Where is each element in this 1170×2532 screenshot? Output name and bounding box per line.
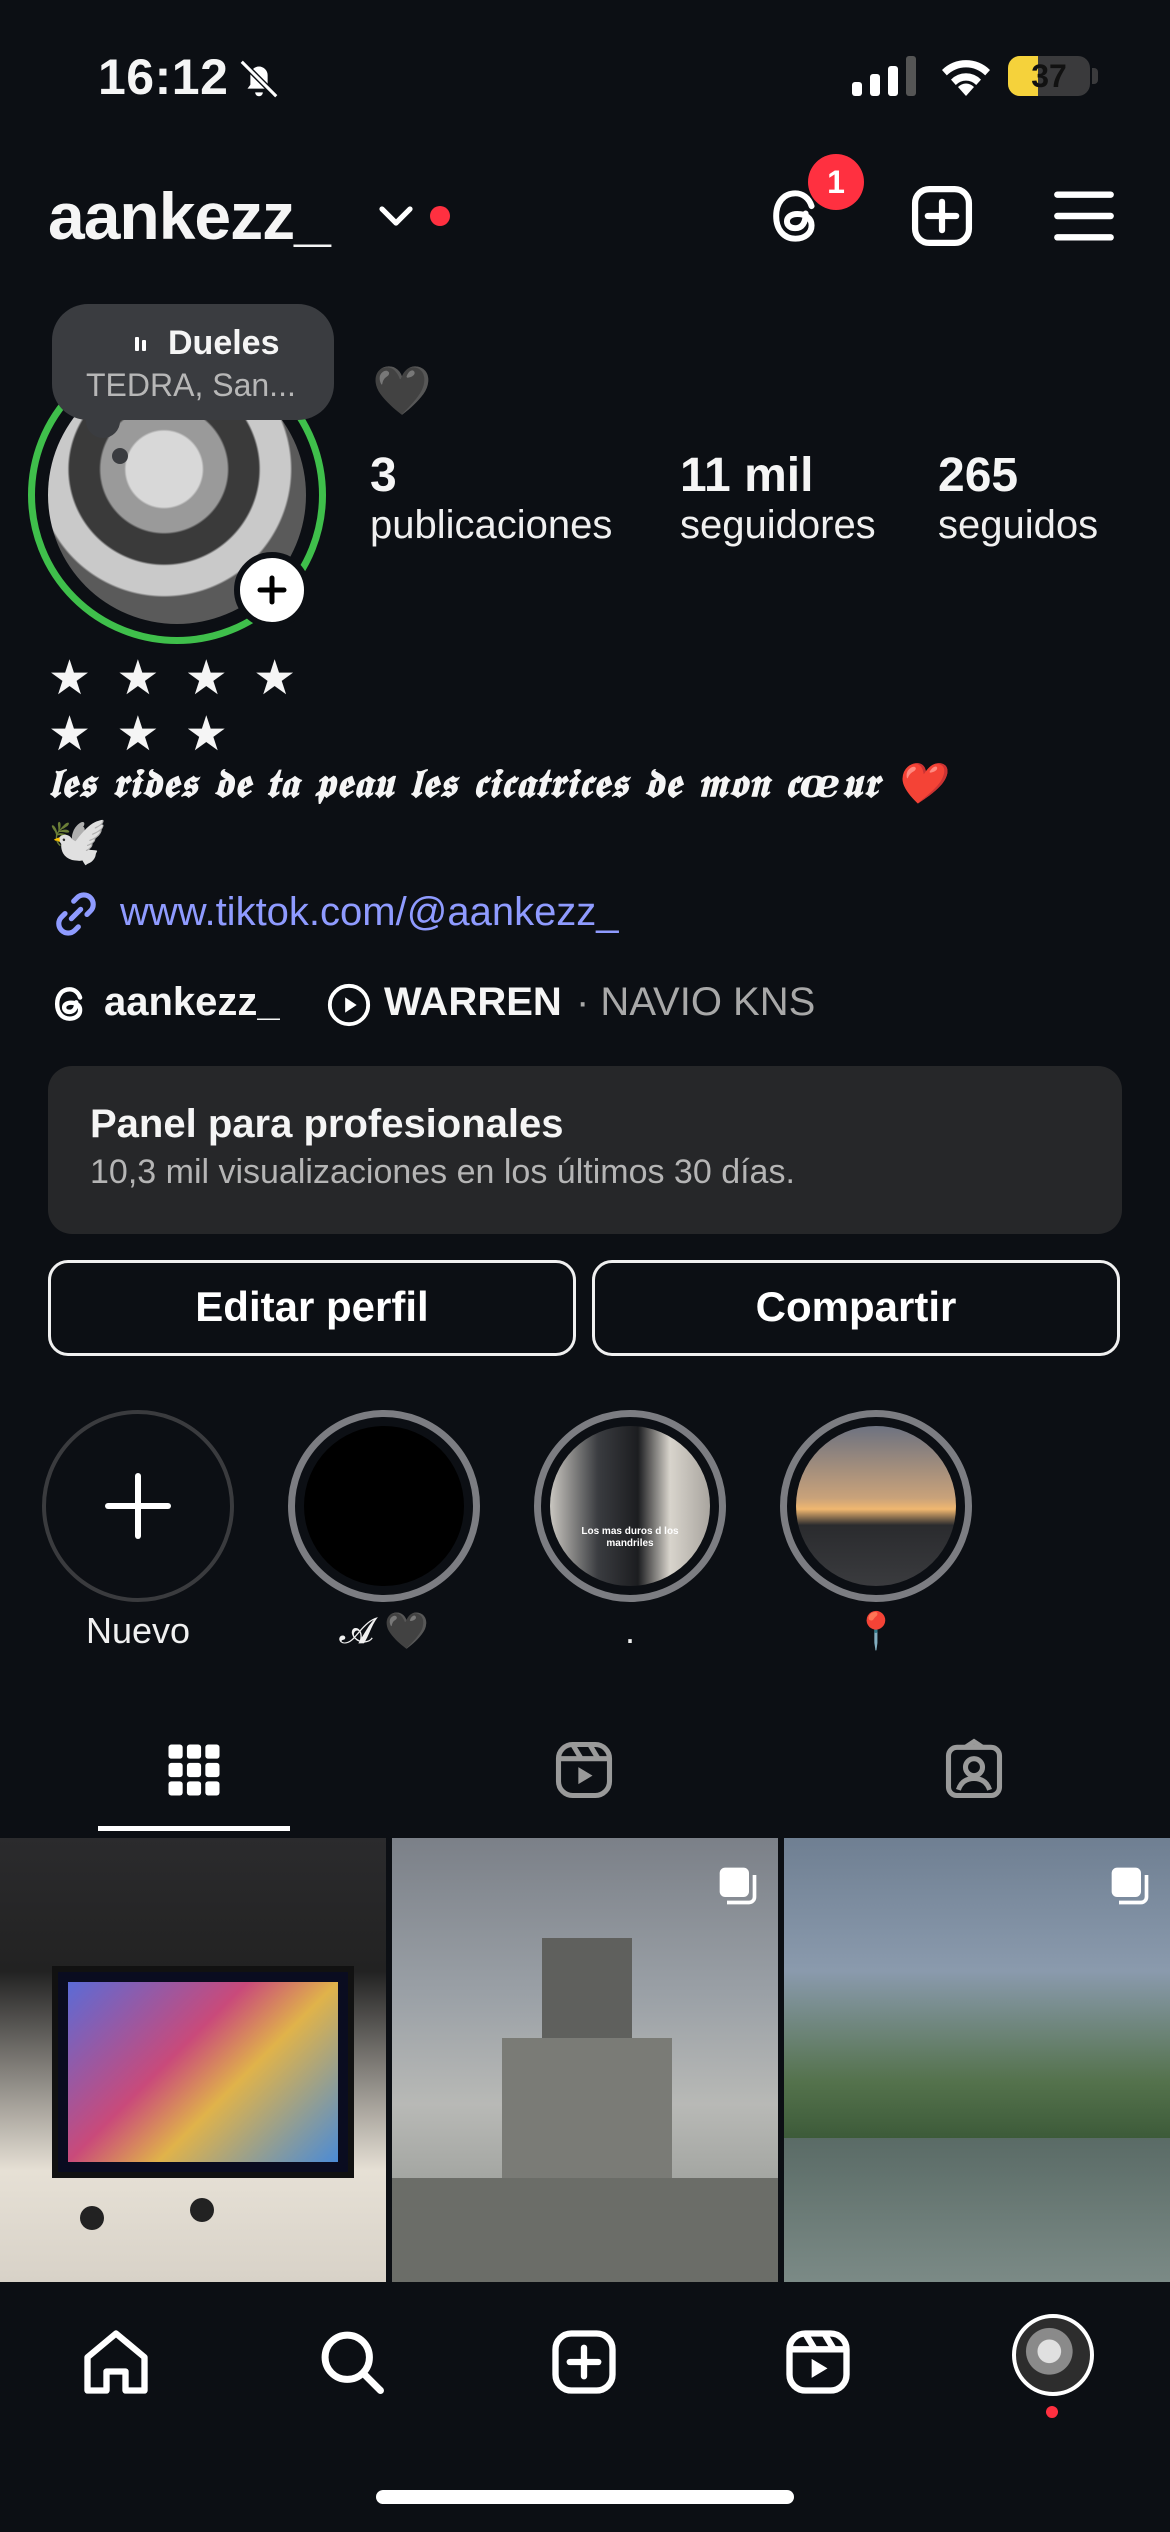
panel-title: Panel para profesionales (90, 1102, 564, 1146)
search-icon[interactable] (314, 2324, 390, 2400)
stat-followers[interactable]: 11 mil seguidores (680, 448, 876, 548)
edit-profile-button[interactable]: Editar perfil (48, 1260, 576, 1356)
bell-off-icon (239, 59, 279, 99)
stat-posts-label: publicaciones (370, 503, 613, 547)
highlight-2-cover: Los mas duros d los mandriles (550, 1426, 710, 1586)
note-subtitle: TEDRA, San... (86, 367, 296, 403)
chevron-down-icon[interactable] (376, 200, 416, 234)
note-heart: 🖤 (372, 365, 432, 418)
create-post-icon[interactable] (908, 182, 976, 250)
stat-posts[interactable]: 3 publicaciones (370, 448, 612, 548)
note-tail-dot (112, 448, 128, 464)
grid-tab-icon[interactable] (160, 1736, 228, 1804)
stat-followers-count: 11 mil (680, 449, 814, 502)
account-alert-dot (430, 206, 450, 226)
threads-handle[interactable]: aankezz_ (104, 980, 280, 1025)
stat-following[interactable]: 265 seguidos (938, 448, 1098, 548)
note-title: Dueles (168, 324, 280, 362)
stat-posts-count: 3 (370, 449, 397, 502)
profile-username[interactable]: aankezz_ (48, 178, 331, 254)
profile-tab-dot (1046, 2406, 1058, 2418)
highlight-label-2: . (624, 1610, 635, 1651)
note-bubble[interactable]: Dueles TEDRA, San... (52, 304, 334, 420)
reels-icon[interactable] (780, 2324, 856, 2400)
highlight-2-caption: Los mas duros d los mandriles (581, 1526, 679, 1549)
highlight-3[interactable] (780, 1410, 972, 1602)
stat-following-count: 265 (938, 449, 1019, 502)
bio-link[interactable]: www.tiktok.com/@aankezz_ (120, 890, 619, 935)
highlight-label-3: 📍 (853, 1610, 899, 1651)
create-icon[interactable] (546, 2324, 622, 2400)
music-bars-icon (135, 336, 146, 351)
plus-icon (105, 1473, 171, 1539)
stat-following-label: seguidos (938, 503, 1099, 547)
wifi-icon (942, 60, 990, 96)
highlight-label-1: 𝓐 🖤 (339, 1610, 429, 1651)
bio-stars-line2: ★ ★ ★ (48, 708, 234, 761)
play-circle-icon[interactable] (326, 982, 372, 1028)
new-highlight-button[interactable] (42, 1410, 234, 1602)
post-thumbnail-2[interactable] (392, 1838, 778, 2282)
threads-small-icon[interactable] (48, 982, 92, 1026)
highlight-label-new: Nuevo (85, 1610, 191, 1651)
stat-followers-label: seguidores (680, 503, 876, 547)
highlight-1-cover (304, 1426, 464, 1586)
note-title-row: Dueles (86, 324, 334, 363)
tagged-tab-icon[interactable] (940, 1736, 1008, 1804)
highlight-1[interactable] (288, 1410, 480, 1602)
battery-tip (1092, 68, 1098, 84)
arcade-screen (52, 1966, 354, 2178)
highlight-2[interactable]: Los mas duros d los mandriles (534, 1410, 726, 1602)
share-profile-button[interactable]: Compartir (592, 1260, 1120, 1356)
status-time: 16:12 (98, 49, 229, 105)
profile-tab-avatar[interactable] (1012, 2314, 1094, 2396)
note-tail (86, 404, 120, 438)
highlight-3-cover (796, 1426, 956, 1586)
link-icon[interactable] (48, 886, 104, 942)
professional-dashboard[interactable]: Panel para profesionales 10,3 mil visual… (48, 1066, 1122, 1234)
profile-music-title[interactable]: WARREN (384, 980, 562, 1025)
active-tab-indicator (98, 1826, 290, 1831)
bio-text: 𝖑𝖊𝖘 𝖗𝖎𝖉𝖊𝖘 𝖉𝖊 𝖙𝖆 𝖕𝖊𝖆𝖚 𝖑𝖊𝖘 𝖈𝖎𝖈𝖆𝖙𝖗𝖎𝖈𝖊𝖘 𝖉𝖊 𝖒… (48, 760, 946, 807)
add-story-icon[interactable] (234, 552, 310, 628)
multiple-photos-icon (719, 1867, 757, 1905)
home-indicator[interactable] (376, 2490, 794, 2504)
notification-badge[interactable]: 1 (808, 154, 864, 210)
multiple-photos-icon (1111, 1867, 1149, 1905)
post-thumbnail-3[interactable] (784, 1838, 1170, 2282)
battery-level: 37 (1031, 58, 1067, 94)
profile-music-artist[interactable]: · NAVIO KNS (576, 980, 815, 1025)
menu-icon[interactable] (1052, 186, 1116, 246)
post-thumbnail-1[interactable] (0, 1838, 386, 2282)
bio-dove: 🕊️ (48, 815, 108, 868)
bio-stars-line1: ★ ★ ★ ★ (48, 652, 303, 705)
panel-subtitle: 10,3 mil visualizaciones en los últimos … (90, 1153, 795, 1191)
home-icon[interactable] (78, 2324, 154, 2400)
signal-icon (852, 56, 916, 96)
reels-tab-icon[interactable] (550, 1736, 618, 1804)
battery-indicator: 37 (1008, 56, 1090, 96)
